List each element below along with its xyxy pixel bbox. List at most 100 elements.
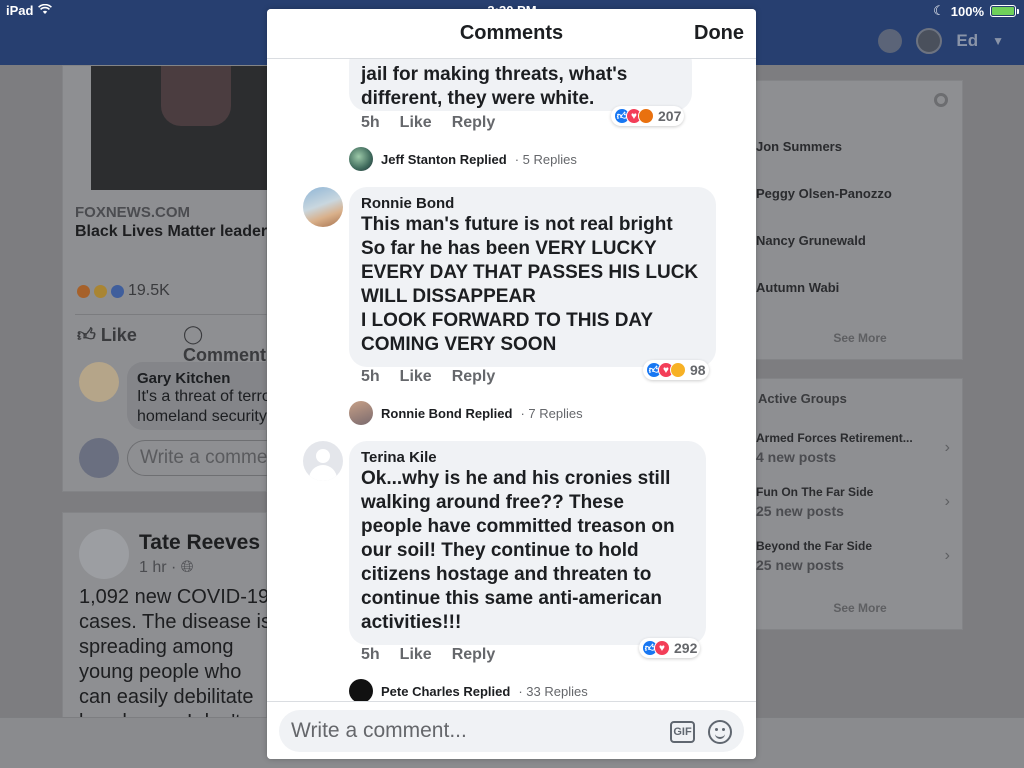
view-replies-link[interactable]: Jeff Stanton Replied · 5 Replies [349, 147, 577, 171]
reply-count: · 5 Replies [514, 151, 577, 167]
contact-item[interactable]: Nancy Grunewald [756, 233, 866, 248]
contact-item[interactable]: Autumn Wabi [756, 280, 839, 295]
comment-reactions[interactable]: 👍︎ ♥ 98 [643, 360, 709, 380]
profile-name[interactable]: Ed [956, 31, 978, 51]
chevron-right-icon: › [944, 493, 950, 510]
comment-actions: 5h Like Reply [361, 114, 495, 132]
angry-reaction-icon [638, 108, 654, 124]
comments-modal: Comments Done jail for making threats, w… [267, 9, 756, 759]
comment-bubble: Gary Kitchen It's a threat of terrorism … [127, 362, 346, 430]
replier-avatar [349, 679, 373, 701]
gif-icon[interactable]: GIF [670, 721, 695, 743]
divider [75, 314, 268, 315]
reply-count: · 7 Replies [520, 405, 583, 421]
emoji-icon[interactable] [708, 720, 732, 744]
reply-link[interactable]: Reply [452, 368, 496, 386]
comment-actions: 5h Like Reply [361, 368, 495, 386]
haha-icon [94, 284, 107, 298]
reaction-count: 98 [690, 362, 706, 378]
comment-reactions[interactable]: 👍︎ ♥ 292 [639, 638, 701, 658]
reply-link[interactable]: Reply [452, 114, 496, 132]
reply-count: · 33 Replies [518, 683, 588, 699]
battery-percent: 100% [950, 3, 984, 19]
comments-list[interactable]: jail for making threats, what's differen… [267, 59, 756, 701]
comment-button[interactable]: ◯ Comment [183, 324, 266, 366]
replier-name: Pete Charles Replied [381, 683, 511, 699]
post-time: 1 hr · 🌐︎ [139, 559, 194, 576]
author-name[interactable]: Tate Reeves [139, 531, 260, 555]
comment-actions: 5h Like Reply [361, 646, 495, 664]
love-reaction-icon: ♥ [654, 640, 670, 656]
chevron-right-icon: › [944, 439, 950, 456]
reaction-count: 19.5K [128, 282, 170, 299]
group-item[interactable]: Beyond the Far Side 25 new posts › [756, 539, 964, 573]
commenter-name[interactable]: Terina Kile [361, 449, 694, 467]
angry-icon [77, 284, 90, 298]
reaction-count: 292 [674, 640, 698, 656]
comment-text: Ok...why is he and his cronies still wal… [361, 468, 675, 633]
reaction-count: 207 [658, 108, 682, 124]
like-link[interactable]: Like [400, 646, 432, 664]
commenter-name[interactable]: Gary Kitchen [137, 370, 258, 387]
clock: 3:30 PM [487, 3, 537, 18]
gear-icon[interactable] [934, 93, 948, 107]
group-item[interactable]: Fun On The Far Side 25 new posts › [756, 485, 964, 519]
comment-text: jail for making threats, what's differen… [361, 64, 628, 109]
comment-reactions[interactable]: 👍︎ ♥ 207 [611, 106, 685, 126]
groups-see-more[interactable]: See More [756, 601, 964, 615]
comment-time: 5h [361, 646, 380, 663]
ipad-status-bar: iPad 3:30 PM ☾ 100% [0, 0, 1024, 20]
haha-reaction-icon [670, 362, 686, 378]
view-replies-link[interactable]: Pete Charles Replied · 33 Replies [349, 679, 588, 701]
replier-name: Ronnie Bond Replied [381, 405, 513, 421]
comment-bubble: Terina Kile Ok...why is he and his croni… [349, 441, 706, 645]
contact-item[interactable]: Jon Summers [756, 139, 842, 154]
link-source: FOXNEWS.COM [75, 204, 190, 221]
default-avatar-icon[interactable] [303, 441, 343, 481]
like-button[interactable]: 👍︎ Like [77, 324, 137, 346]
replier-avatar [349, 401, 373, 425]
group-item[interactable]: Armed Forces Retirement... 4 new posts › [756, 431, 964, 465]
contact-item[interactable]: Peggy Olsen-Panozzo [756, 186, 892, 201]
comment-bubble: Ronnie Bond This man's future is not rea… [349, 187, 716, 367]
globe-icon: 🌐︎ [180, 559, 194, 576]
contacts-panel: Jon Summers Peggy Olsen-Panozzo Nancy Gr… [755, 80, 963, 360]
contacts-see-more[interactable]: See More [756, 331, 964, 345]
replier-avatar [349, 147, 373, 171]
comment-time: 5h [361, 114, 380, 131]
my-avatar [79, 438, 119, 478]
link-headline[interactable]: Black Lives Matter leader: If US doesn't… [75, 222, 275, 266]
write-comment-input[interactable]: Write a comment... [127, 440, 268, 476]
comment-text: This man's future is not real bright So … [361, 214, 699, 355]
commenter-avatar[interactable] [303, 187, 343, 227]
active-groups-panel: Active Groups Armed Forces Retirement...… [755, 378, 963, 630]
comment-input[interactable]: Write a comment... GIF [279, 710, 744, 752]
like-icon [111, 284, 124, 298]
post-reactions[interactable]: 19.5K [77, 282, 170, 300]
like-link[interactable]: Like [400, 368, 432, 386]
comment-placeholder: Write a comment... [291, 719, 467, 742]
done-button[interactable]: Done [694, 22, 744, 45]
post-text: 1,092 new COVID-19 cases. The disease is… [79, 586, 271, 725]
reply-link[interactable]: Reply [452, 646, 496, 664]
like-link[interactable]: Like [400, 114, 432, 132]
comment-composer: Write a comment... GIF [267, 701, 756, 759]
view-replies-link[interactable]: Ronnie Bond Replied · 7 Replies [349, 401, 583, 425]
chevron-down-icon[interactable]: ▼ [992, 34, 1004, 48]
modal-title: Comments [459, 22, 564, 44]
groups-title: Active Groups [758, 391, 847, 406]
profile-avatar[interactable] [916, 28, 943, 54]
post-photo[interactable] [91, 66, 268, 190]
battery-icon [990, 5, 1019, 17]
messenger-icon[interactable] [878, 29, 903, 53]
moon-icon: ☾ [933, 3, 945, 18]
nav-right-controls: Ed ▼ [878, 28, 1004, 54]
replier-name: Jeff Stanton Replied [381, 151, 507, 167]
commenter-name[interactable]: Ronnie Bond [361, 195, 704, 213]
comment-bubble: jail for making threats, what's differen… [349, 59, 692, 111]
comment-time: 5h [361, 368, 380, 385]
author-avatar[interactable] [79, 529, 129, 579]
commenter-avatar[interactable] [79, 362, 119, 402]
feed-post-tate: Tate Reeves 1 hr · 🌐︎ 1,092 new COVID-19… [62, 512, 271, 725]
feed-post-fox: FOXNEWS.COM Black Lives Matter leader: I… [62, 65, 346, 492]
